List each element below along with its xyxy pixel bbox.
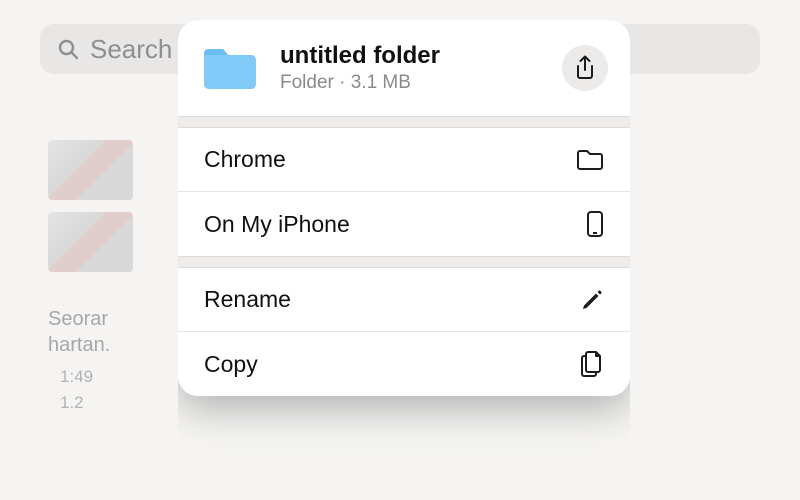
share-icon [574, 55, 596, 81]
background-text: Seorar [48, 306, 158, 332]
row-on-my-iphone[interactable]: On My iPhone [178, 191, 630, 256]
background-text: hartan. [48, 332, 158, 358]
row-label: On My iPhone [204, 211, 350, 238]
row-copy[interactable]: Copy [178, 331, 630, 396]
pencil-icon [580, 288, 604, 312]
background-time: 1.2 [60, 390, 158, 416]
row-label: Chrome [204, 146, 286, 173]
sheet-header: untitled folder Folder · 3.1 MB [178, 20, 630, 116]
background-content: Seorar hartan. 1:49 1.2 [48, 140, 158, 415]
row-label: Rename [204, 286, 291, 313]
section-separator [178, 256, 630, 268]
context-sheet: untitled folder Folder · 3.1 MB Chrome [178, 20, 630, 396]
folder-outline-icon [576, 148, 604, 172]
background-thumbnail [48, 212, 133, 272]
row-label: Copy [204, 351, 258, 378]
background-thumbnail [48, 140, 133, 200]
search-placeholder: Search [90, 34, 172, 65]
background-time: 1:49 [60, 364, 158, 390]
search-icon [56, 37, 80, 61]
sheet-subtitle: Folder · 3.1 MB [280, 72, 562, 94]
row-chrome[interactable]: Chrome [178, 128, 630, 191]
sheet-title: untitled folder [280, 42, 562, 70]
iphone-icon [586, 210, 604, 238]
share-button[interactable] [562, 45, 608, 91]
folder-icon [200, 44, 260, 92]
row-rename[interactable]: Rename [178, 268, 630, 331]
duplicate-icon [580, 350, 604, 378]
section-separator [178, 116, 630, 128]
